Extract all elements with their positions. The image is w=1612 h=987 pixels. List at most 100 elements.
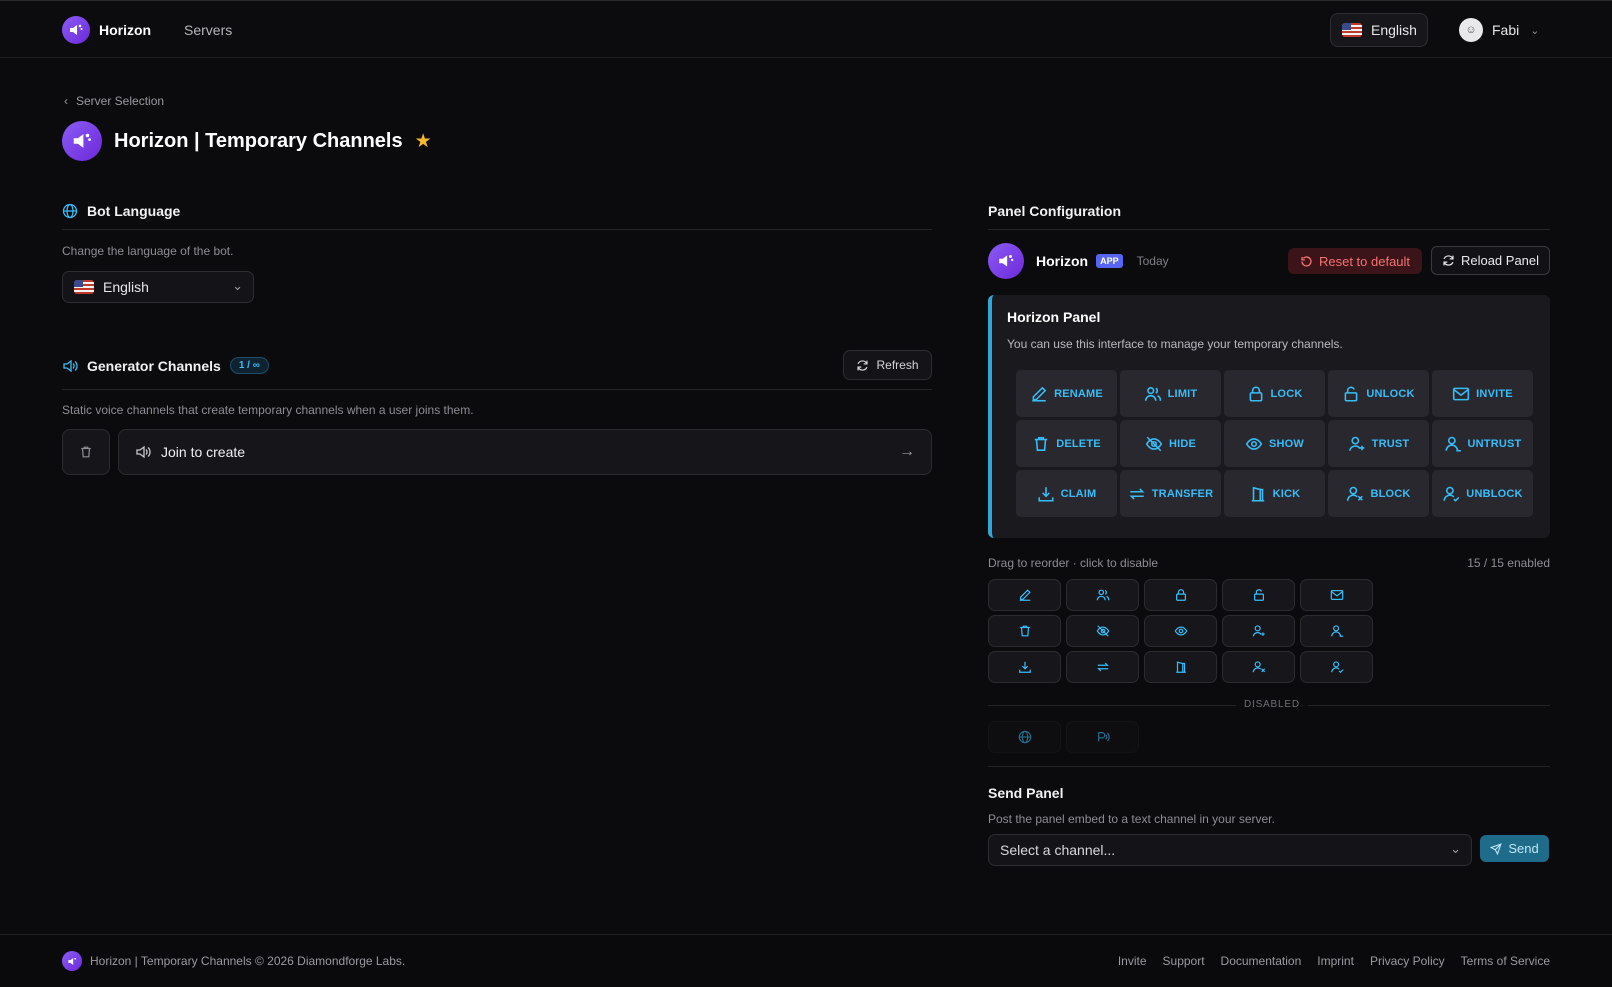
unblock-button[interactable]: UNBLOCK bbox=[1432, 470, 1533, 517]
nav-servers-link[interactable]: Servers bbox=[184, 22, 232, 38]
panel-configuration-heading: Panel Configuration bbox=[988, 203, 1121, 219]
block-button[interactable]: BLOCK bbox=[1328, 470, 1429, 517]
bot-language-value: English bbox=[103, 279, 149, 295]
limit-button[interactable]: LIMIT bbox=[1120, 370, 1221, 417]
toggle-hide[interactable] bbox=[1066, 615, 1139, 647]
refresh-icon bbox=[857, 359, 869, 371]
claim-button[interactable]: CLAIM bbox=[1016, 470, 1117, 517]
footer-copyright: Horizon | Temporary Channels © 2026 Diam… bbox=[90, 954, 406, 968]
action-label: SHOW bbox=[1268, 437, 1305, 450]
toggle-region[interactable] bbox=[988, 721, 1061, 753]
unlock-icon bbox=[1344, 386, 1358, 402]
toggle-transfer[interactable] bbox=[1066, 651, 1139, 683]
brand-link[interactable]: Horizon bbox=[62, 16, 151, 44]
invite-button[interactable]: INVITE bbox=[1432, 370, 1533, 417]
generator-channel-name: Join to create bbox=[161, 444, 246, 460]
delete-generator-button[interactable] bbox=[62, 429, 110, 475]
app-badge: APP bbox=[1096, 254, 1123, 268]
divider bbox=[988, 229, 1550, 230]
horizon-logo-icon bbox=[62, 16, 90, 44]
toggle-trust[interactable] bbox=[1222, 615, 1295, 647]
globe-icon bbox=[1018, 730, 1031, 744]
toggle-unblock[interactable] bbox=[1300, 651, 1373, 683]
footer-link-support[interactable]: Support bbox=[1163, 954, 1205, 968]
reset-label: Reset to default bbox=[1318, 253, 1411, 269]
unlock-button[interactable]: UNLOCK bbox=[1328, 370, 1429, 417]
footer-link-privacy[interactable]: Privacy Policy bbox=[1370, 954, 1445, 968]
eye-icon bbox=[1245, 437, 1263, 450]
generator-channels-heading: Generator Channels 1 / ∞ bbox=[62, 357, 269, 374]
rename-button[interactable]: RENAME bbox=[1016, 370, 1117, 417]
lock-button[interactable]: LOCK bbox=[1224, 370, 1325, 417]
arrow-right-icon: → bbox=[899, 443, 915, 460]
pencil-icon bbox=[1032, 386, 1047, 402]
disabled-buttons-grid bbox=[988, 721, 1139, 753]
language-switcher-button[interactable]: English bbox=[1330, 13, 1428, 47]
panel-embed-preview: Horizon Panel You can use this interface… bbox=[988, 295, 1550, 538]
toggle-show[interactable] bbox=[1144, 615, 1217, 647]
toggle-invite[interactable] bbox=[1300, 579, 1373, 611]
send-button[interactable]: Send bbox=[1480, 835, 1549, 862]
transfer-icon bbox=[1129, 487, 1145, 500]
toggle-limit[interactable] bbox=[1066, 579, 1139, 611]
top-navbar: Horizon Servers English ☺ Fabi ⌄ bbox=[0, 0, 1612, 58]
page-header: Horizon | Temporary Channels ★ bbox=[62, 121, 432, 161]
embed-title: Horizon Panel bbox=[1007, 309, 1101, 325]
speaker-icon bbox=[63, 359, 78, 372]
user-plus-icon bbox=[1348, 436, 1364, 451]
refresh-button[interactable]: Refresh bbox=[843, 350, 932, 380]
user-name: Fabi bbox=[1492, 22, 1520, 38]
chevron-down-icon: ⌄ bbox=[1530, 24, 1540, 37]
bot-language-select[interactable]: English ⌄ bbox=[62, 271, 254, 303]
send-label: Send bbox=[1508, 841, 1539, 856]
toggle-claim[interactable] bbox=[988, 651, 1061, 683]
user-check-icon bbox=[1330, 661, 1344, 674]
eye-off-icon bbox=[1096, 625, 1109, 637]
footer-link-terms[interactable]: Terms of Service bbox=[1461, 954, 1550, 968]
toggle-rename[interactable] bbox=[988, 579, 1061, 611]
transfer-button[interactable]: TRANSFER bbox=[1120, 470, 1221, 517]
channel-select[interactable]: Select a channel... ⌄ bbox=[988, 834, 1472, 866]
untrust-button[interactable]: UNTRUST bbox=[1432, 420, 1533, 467]
send-panel-heading: Send Panel bbox=[988, 785, 1063, 801]
action-label: KICK bbox=[1272, 487, 1301, 500]
reset-to-default-button[interactable]: Reset to default bbox=[1288, 248, 1422, 274]
hide-button[interactable]: HIDE bbox=[1120, 420, 1221, 467]
footer-link-documentation[interactable]: Documentation bbox=[1221, 954, 1302, 968]
send-panel-description: Post the panel embed to a text channel i… bbox=[988, 812, 1275, 826]
action-button-grid: RENAME LIMIT LOCK UNLOCK INVITE DELETE H… bbox=[1016, 370, 1533, 517]
generator-count-badge: 1 / ∞ bbox=[229, 357, 269, 374]
user-x-icon bbox=[1252, 661, 1265, 673]
action-label: DELETE bbox=[1056, 437, 1101, 450]
breadcrumb[interactable]: ‹ Server Selection bbox=[64, 94, 164, 108]
chevron-left-icon: ‹ bbox=[64, 94, 68, 108]
footer-link-invite[interactable]: Invite bbox=[1118, 954, 1147, 968]
delete-button[interactable]: DELETE bbox=[1016, 420, 1117, 467]
footer-link-imprint[interactable]: Imprint bbox=[1317, 954, 1354, 968]
kick-button[interactable]: KICK bbox=[1224, 470, 1325, 517]
toggle-untrust[interactable] bbox=[1300, 615, 1373, 647]
show-button[interactable]: SHOW bbox=[1224, 420, 1325, 467]
favorite-star-icon[interactable]: ★ bbox=[415, 130, 432, 153]
user-menu[interactable]: ☺ Fabi ⌄ bbox=[1459, 18, 1539, 42]
toggle-kick[interactable] bbox=[1144, 651, 1217, 683]
server-logo-icon bbox=[62, 121, 102, 161]
bot-language-heading: Bot Language bbox=[62, 203, 180, 219]
trust-button[interactable]: TRUST bbox=[1328, 420, 1429, 467]
toggle-block[interactable] bbox=[1222, 651, 1295, 683]
users-icon bbox=[1096, 589, 1109, 601]
toggle-delete[interactable] bbox=[988, 615, 1061, 647]
toggle-unlock[interactable] bbox=[1222, 579, 1295, 611]
refresh-label: Refresh bbox=[876, 358, 919, 372]
footer-links: Invite Support Documentation Imprint Pri… bbox=[1118, 954, 1550, 968]
toggle-lock[interactable] bbox=[1144, 579, 1217, 611]
download-icon bbox=[1018, 661, 1031, 673]
reload-panel-button[interactable]: Reload Panel bbox=[1431, 246, 1550, 275]
mail-icon bbox=[1330, 590, 1343, 600]
divider bbox=[988, 766, 1550, 767]
user-avatar: ☺ bbox=[1459, 18, 1483, 42]
toggle-voice-region[interactable] bbox=[1066, 721, 1139, 753]
generator-channel-row[interactable]: Join to create → bbox=[118, 429, 932, 475]
action-label: LIMIT bbox=[1167, 387, 1198, 400]
bot-avatar bbox=[988, 243, 1024, 279]
